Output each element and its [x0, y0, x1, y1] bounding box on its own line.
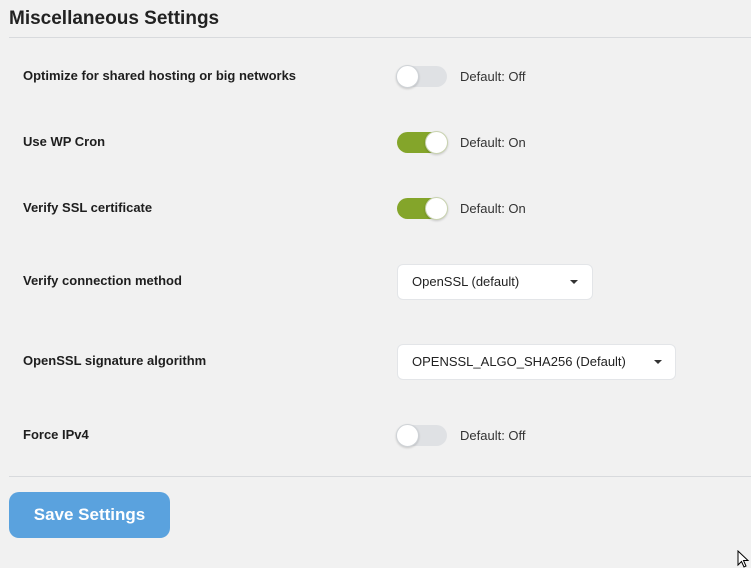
title-divider	[9, 37, 751, 38]
default-hint-force-ipv4: Default: Off	[460, 428, 526, 443]
save-settings-button[interactable]: Save Settings	[9, 492, 170, 538]
setting-label-optimize-shared-hosting: Optimize for shared hosting or big netwo…	[23, 68, 297, 83]
settings-page: Miscellaneous Settings Optimize for shar…	[0, 0, 751, 568]
select-openssl-signature-algorithm[interactable]: OPENSSL_ALGO_SHA256 (Default)	[397, 344, 676, 380]
setting-label-force-ipv4: Force IPv4	[23, 427, 89, 442]
default-hint-verify-ssl: Default: On	[460, 201, 526, 216]
mouse-cursor-icon	[737, 550, 750, 568]
toggle-force-ipv4[interactable]	[396, 424, 447, 447]
footer-divider	[9, 476, 751, 477]
chevron-down-icon	[654, 360, 662, 364]
setting-label-openssl-signature-algorithm: OpenSSL signature algorithm	[23, 353, 207, 368]
default-hint-use-wp-cron: Default: On	[460, 135, 526, 150]
default-hint-optimize-shared-hosting: Default: Off	[460, 69, 526, 84]
select-value: OpenSSL (default)	[412, 274, 520, 289]
select-verify-connection-method[interactable]: OpenSSL (default)	[397, 264, 593, 300]
chevron-down-icon	[570, 280, 578, 284]
toggle-optimize-shared-hosting[interactable]	[396, 65, 447, 88]
select-value: OPENSSL_ALGO_SHA256 (Default)	[412, 354, 626, 369]
setting-label-verify-ssl: Verify SSL certificate	[23, 200, 153, 215]
toggle-knob	[396, 424, 419, 447]
toggle-use-wp-cron[interactable]	[397, 131, 448, 154]
setting-label-verify-connection-method: Verify connection method	[23, 273, 182, 288]
toggle-knob	[425, 131, 448, 154]
toggle-knob	[396, 65, 419, 88]
section-title: Miscellaneous Settings	[9, 8, 220, 29]
toggle-knob	[425, 197, 448, 220]
toggle-verify-ssl[interactable]	[397, 197, 448, 220]
setting-label-use-wp-cron: Use WP Cron	[23, 134, 106, 149]
